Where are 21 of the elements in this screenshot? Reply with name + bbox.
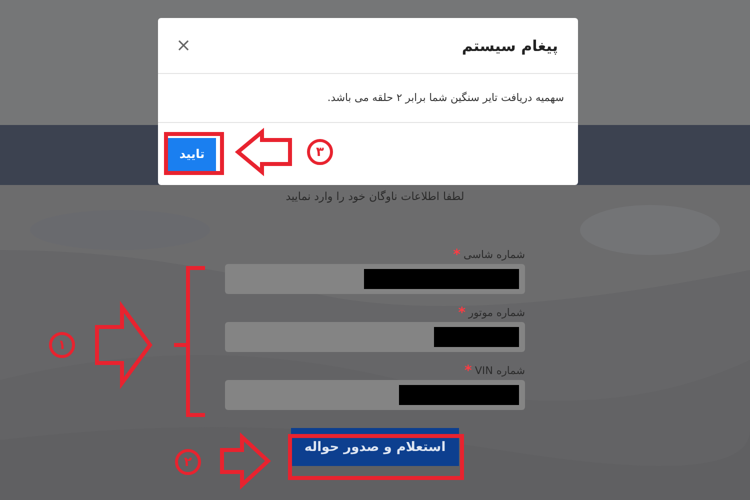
arrow-icon	[220, 432, 271, 490]
instruction-text: لطفا اطلاعات ناوگان خود را وارد نمایید	[286, 190, 464, 203]
arrow-icon	[234, 128, 292, 176]
required-mark: *	[464, 363, 472, 379]
arrow-icon	[95, 300, 152, 390]
highlight-frame	[164, 132, 224, 175]
input-field[interactable]	[225, 264, 525, 294]
field-label: شماره موتور	[468, 307, 525, 319]
dialog-message: سهمیه دریافت تایر سنگین شما برابر ۲ حلقه می باشد.	[327, 92, 564, 104]
input-field[interactable]	[225, 380, 525, 410]
dialog-title: پیغام سیستم	[462, 36, 558, 54]
confirm-button[interactable]: تایید	[168, 138, 216, 170]
step-number: ۲	[175, 449, 201, 475]
step-number: ۱	[49, 332, 75, 358]
field-label: شماره VIN	[474, 365, 525, 377]
field-label: شماره شاسی	[463, 249, 525, 261]
step-number: ۳	[307, 139, 333, 165]
required-mark: *	[458, 305, 466, 321]
required-mark: *	[453, 247, 460, 263]
close-button[interactable]: ×	[172, 35, 196, 56]
input-field[interactable]	[225, 322, 525, 352]
